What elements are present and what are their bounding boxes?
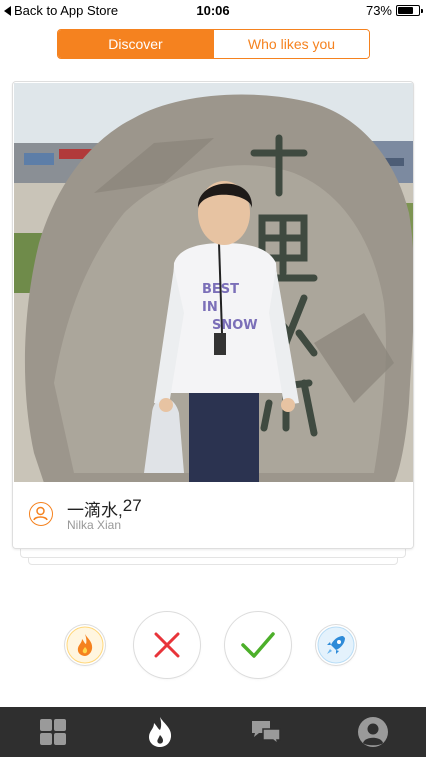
status-bar: Back to App Store 10:06 73% — [0, 0, 426, 22]
rocket-icon — [317, 626, 355, 664]
battery-indicator: 73% — [365, 3, 423, 18]
dislike-button[interactable] — [134, 612, 200, 678]
profile-photo[interactable]: BEST IN SNOW — [14, 83, 413, 483]
svg-text:SNOW: SNOW — [212, 318, 258, 333]
grid-icon — [40, 719, 67, 745]
profile-subtitle: Nilka Xian — [67, 518, 122, 532]
nav-profile[interactable] — [320, 707, 426, 757]
battery-icon — [396, 5, 423, 16]
nav-grid[interactable] — [0, 707, 107, 757]
battery-percent: 73% — [365, 3, 392, 18]
profile-info[interactable]: 一滴水, 27 Nilka Xian — [13, 482, 413, 548]
like-button[interactable] — [225, 612, 291, 678]
flame-icon — [66, 626, 104, 664]
svg-text:IN: IN — [202, 300, 218, 315]
bottom-nav — [0, 707, 426, 757]
flame-icon — [148, 717, 171, 747]
discover-tabs: Discover Who likes you — [57, 29, 370, 59]
nav-discover[interactable] — [107, 707, 214, 757]
rocket-button[interactable] — [316, 625, 356, 665]
profile-age: 27 — [122, 496, 142, 515]
clock: 10:06 — [196, 3, 230, 18]
user-icon — [357, 717, 388, 747]
profile-card[interactable]: BEST IN SNOW 一滴水, 27 Nilka Xian — [12, 81, 414, 549]
nav-messages[interactable] — [213, 707, 320, 757]
boost-button[interactable] — [65, 625, 105, 665]
tab-who-likes-you[interactable]: Who likes you — [213, 30, 369, 58]
close-icon — [154, 632, 180, 658]
chat-icon — [252, 721, 281, 746]
check-icon — [241, 632, 275, 658]
user-circle-icon — [29, 502, 53, 526]
profile-photo-image: BEST IN SNOW — [14, 83, 413, 483]
battery-fill — [398, 7, 413, 14]
tab-discover[interactable]: Discover — [58, 30, 213, 58]
